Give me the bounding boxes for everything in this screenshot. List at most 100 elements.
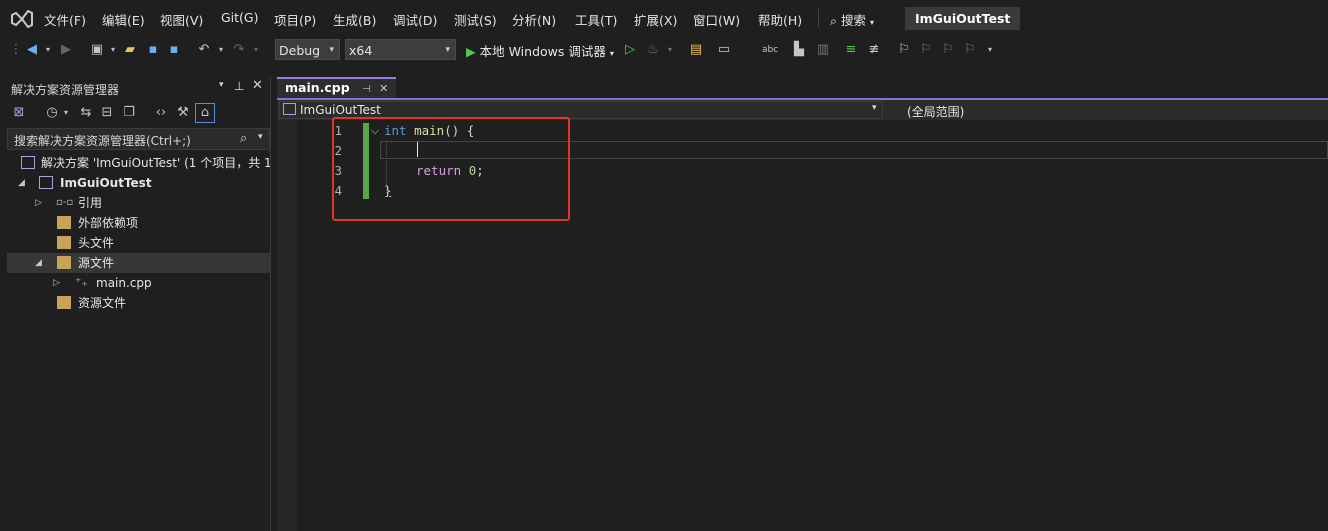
- chevron-down-icon[interactable]: ▾: [105, 42, 121, 58]
- tab-main-cpp[interactable]: main.cpp ⊣ ✕: [277, 77, 397, 99]
- chevron-down-icon[interactable]: ▾: [248, 42, 264, 58]
- solution-explorer-title: 解决方案资源管理器: [11, 83, 120, 97]
- expanded-arrow-icon[interactable]: ◢: [18, 173, 25, 193]
- chevron-down-icon: ▾: [872, 103, 877, 113]
- previous-bookmark-icon[interactable]: ⚐: [918, 42, 934, 58]
- code-editor: main.cpp ⊣ ✕ ImGuiOutTest ▾ (全局范围) 1 2 3…: [277, 77, 1328, 531]
- solution-search-placeholder: 搜索解决方案资源管理器(Ctrl+;): [14, 134, 191, 148]
- project-title-badge: ImGuiOutTest: [905, 7, 1021, 30]
- menu-help[interactable]: 帮助(H): [758, 10, 802, 29]
- visual-studio-logo-icon[interactable]: [10, 8, 34, 30]
- play-icon: ▶: [466, 44, 476, 59]
- chevron-down-icon[interactable]: ▾: [58, 105, 74, 121]
- next-bookmark-icon[interactable]: ⚐: [940, 42, 956, 58]
- tree-item-solution[interactable]: 解决方案 'ImGuiOutTest' (1 个项目，共 1: [7, 153, 270, 173]
- menu-analyze[interactable]: 分析(N): [512, 10, 556, 29]
- menu-extensions[interactable]: 扩展(X): [634, 10, 677, 29]
- platform-dropdown[interactable]: x64 ▾: [345, 39, 456, 60]
- menu-divider: [818, 9, 819, 27]
- tree-item-label: main.cpp: [96, 276, 152, 290]
- menu-test[interactable]: 测试(S): [454, 10, 497, 29]
- uncomment-icon[interactable]: ≢: [866, 42, 882, 58]
- menu-tools[interactable]: 工具(T): [575, 10, 617, 29]
- pin-icon[interactable]: ⊣: [362, 84, 371, 95]
- expanded-arrow-icon[interactable]: ◢: [35, 253, 42, 273]
- navigate-back-icon[interactable]: ◀: [24, 42, 40, 58]
- switch-views-icon[interactable]: ⊠: [11, 105, 27, 121]
- preview-selected-icon[interactable]: ⌂: [195, 103, 215, 123]
- spell-check-icon[interactable]: abc: [762, 42, 778, 58]
- platform-value: x64: [349, 43, 373, 58]
- comment-icon[interactable]: ≡: [843, 42, 859, 58]
- open-folder-icon[interactable]: ▰: [122, 42, 138, 58]
- sync-icon[interactable]: ⇆: [78, 105, 94, 121]
- menu-file[interactable]: 文件(F): [44, 10, 86, 29]
- member-scope-dropdown[interactable]: (全局范围): [907, 103, 964, 120]
- tree-item-main-cpp[interactable]: ▷ ⁺₊ main.cpp: [7, 273, 270, 293]
- start-debugging-button[interactable]: ▶ 本地 Windows 调试器 ▾: [466, 41, 614, 60]
- collapsed-arrow-icon[interactable]: ▷: [53, 273, 60, 293]
- pin-icon[interactable]: ⊥: [234, 79, 244, 93]
- bookmark-icon[interactable]: ⚐: [896, 42, 912, 58]
- view-code-icon[interactable]: ‹›: [153, 105, 169, 121]
- window-layout-icon[interactable]: ▭: [716, 42, 732, 58]
- clear-bookmarks-icon[interactable]: ⚐: [962, 42, 978, 58]
- search-button[interactable]: ⌕ 搜索 ▾: [830, 10, 874, 29]
- solution-explorer-toolbar: ⊠ ◷ ▾ ⇆ ⊟ ❐ ‹› ⚒ ⌂: [7, 101, 270, 125]
- redo-icon[interactable]: ↷: [231, 42, 247, 58]
- cpp-project-icon: [39, 176, 53, 189]
- tree-item-source-files[interactable]: ◢ 源文件: [7, 253, 270, 273]
- close-icon[interactable]: ✕: [379, 82, 388, 95]
- menu-project[interactable]: 项目(P): [274, 10, 316, 29]
- tree-item-references[interactable]: ▷ ▫-▫ 引用: [7, 193, 270, 213]
- cpp-file-icon: ⁺₊: [75, 275, 88, 289]
- folder-icon: [57, 256, 71, 269]
- chevron-down-icon[interactable]: ▾: [219, 80, 224, 90]
- toggle-breakpoint-icon[interactable]: ▙: [791, 42, 807, 58]
- collapsed-arrow-icon[interactable]: ▷: [35, 193, 42, 213]
- properties-wrench-icon[interactable]: ⚒: [175, 105, 191, 121]
- tree-item-project[interactable]: ◢ ImGuiOutTest: [7, 173, 270, 193]
- chevron-down-icon[interactable]: ▾: [258, 132, 263, 142]
- menu-build[interactable]: 生成(B): [333, 10, 376, 29]
- menu-edit[interactable]: 编辑(E): [102, 10, 145, 29]
- collapse-all-icon[interactable]: ⊟: [99, 105, 115, 121]
- cpp-project-icon: [283, 103, 296, 115]
- menu-debug[interactable]: 调试(D): [393, 10, 437, 29]
- breakpoint-list-icon[interactable]: ▥: [815, 42, 831, 58]
- close-icon[interactable]: ✕: [252, 78, 263, 93]
- menu-view[interactable]: 视图(V): [160, 10, 203, 29]
- tree-item-external-deps[interactable]: 外部依赖项: [7, 213, 270, 233]
- save-all-icon[interactable]: ▪: [166, 42, 182, 58]
- start-without-debugging-icon[interactable]: ▷: [622, 42, 638, 58]
- glyph-margin: [277, 120, 297, 531]
- solution-search-field[interactable]: 搜索解决方案资源管理器(Ctrl+;) ⌕ ▾: [7, 128, 270, 150]
- chevron-down-icon[interactable]: ▾: [662, 42, 678, 58]
- solution-explorer-icon[interactable]: ▤: [688, 42, 704, 58]
- toolbar-spacer-icon: [740, 42, 756, 58]
- config-value: Debug: [279, 43, 321, 58]
- tree-item-label: 源文件: [78, 256, 115, 270]
- search-icon: ⌕: [240, 131, 248, 146]
- folder-icon: [57, 216, 71, 229]
- chevron-down-icon: ▾: [445, 45, 450, 55]
- tree-item-header-files[interactable]: 头文件: [7, 233, 270, 253]
- tree-item-resource-files[interactable]: 资源文件: [7, 293, 270, 313]
- undo-icon[interactable]: ↶: [196, 42, 212, 58]
- hot-reload-icon[interactable]: ♨: [645, 42, 661, 58]
- save-icon[interactable]: ▪: [145, 42, 161, 58]
- toolbar-grip-icon: ⋮: [9, 42, 23, 57]
- solution-explorer-header: 解决方案资源管理器 ▾ ⊥ ✕: [7, 77, 270, 99]
- menu-git[interactable]: Git(G): [221, 10, 259, 25]
- new-project-icon[interactable]: ▣: [89, 42, 105, 58]
- show-all-files-icon[interactable]: ❐: [121, 105, 137, 121]
- chevron-down-icon[interactable]: ▾: [40, 42, 56, 58]
- menu-window[interactable]: 窗口(W): [693, 10, 740, 29]
- chevron-down-icon[interactable]: ▾: [982, 42, 998, 58]
- tree-item-label: 资源文件: [78, 296, 127, 310]
- config-dropdown[interactable]: Debug ▾: [275, 39, 340, 60]
- tab-label: main.cpp: [285, 80, 350, 95]
- chevron-down-icon[interactable]: ▾: [213, 42, 229, 58]
- chevron-down-icon: ▾: [870, 18, 875, 27]
- navigate-forward-icon[interactable]: ▶: [58, 42, 74, 58]
